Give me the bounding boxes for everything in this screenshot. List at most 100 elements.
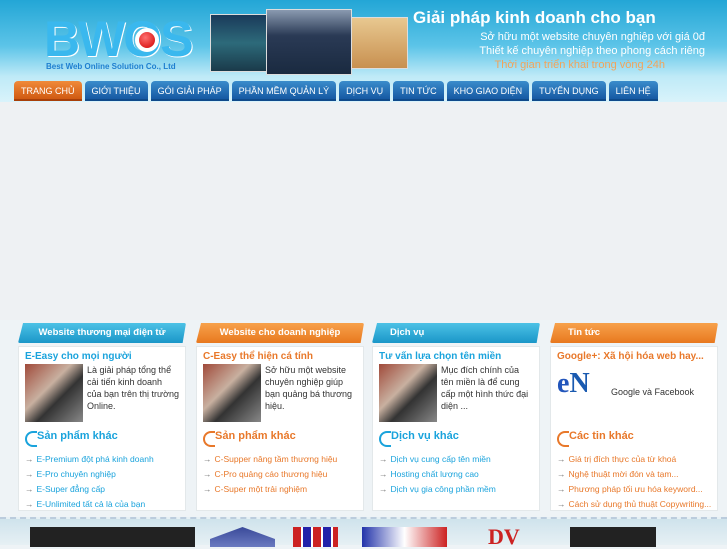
partner-logo[interactable] bbox=[293, 527, 338, 547]
curved-arrow-icon bbox=[557, 431, 569, 447]
arrow-icon: → bbox=[25, 469, 34, 479]
box-subheading-label: Các tin khác bbox=[569, 430, 634, 442]
nav-tuyen-dung[interactable]: TUYỂN DỤNG bbox=[532, 81, 606, 101]
arrow-icon: → bbox=[203, 484, 212, 494]
box-link[interactable]: → Dịch vụ cung cấp tên miền bbox=[379, 452, 533, 467]
box-link-label: E-Super đẳng cấp bbox=[36, 484, 106, 494]
box-title[interactable]: C-Easy thể hiện cá tính bbox=[203, 351, 357, 362]
product-thumbnail[interactable] bbox=[203, 364, 261, 422]
box-body: C-Easy thể hiện cá tính Sở hữu một websi… bbox=[196, 346, 364, 511]
box-link-list: → C-Supper nâng tầm thương hiệu → C-Pro quả… bbox=[203, 452, 357, 497]
box-body: Tư vấn lựa chọn tên miền Mục đích chính … bbox=[372, 346, 540, 511]
box-link-label: Dịch vụ gia công phần mềm bbox=[390, 484, 496, 494]
box-link[interactable]: → E-Super đẳng cấp bbox=[25, 482, 179, 497]
box-link-label: C-Supper nâng tầm thương hiệu bbox=[214, 454, 338, 464]
box-link-list: → Giá trị đích thực của từ khoá → Nghệ thuậ… bbox=[557, 452, 711, 512]
box-title[interactable]: E-Easy cho mọi người bbox=[25, 351, 179, 362]
box-link-label: Giá trị đích thực của từ khoá bbox=[568, 454, 677, 464]
slogan-line: Sở hữu một website chuyên nghiệp với giá… bbox=[480, 31, 705, 43]
nav-lien-he[interactable]: LIÊN HỆ bbox=[608, 81, 658, 101]
box-link-list: → Dịch vụ cung cấp tên miền → Hosting chất … bbox=[379, 452, 533, 497]
nav-goi-giai-phap[interactable]: GÓI GIẢI PHÁP bbox=[150, 81, 229, 101]
logo-subtitle: Best Web Online Solution Co., Ltd bbox=[46, 62, 176, 71]
box-header[interactable]: Website thương mại điện tử bbox=[18, 323, 186, 343]
box-link[interactable]: → E-Premium đột phá kinh doanh bbox=[25, 452, 179, 467]
arrow-icon: → bbox=[203, 454, 212, 464]
nav-trang-chu[interactable]: TRANG CHỦ bbox=[14, 81, 82, 101]
arrow-icon: → bbox=[379, 469, 388, 479]
box-body: E-Easy cho mọi người Là giải pháp tổng t… bbox=[18, 346, 186, 511]
nav-tin-tuc[interactable]: TIN TỨC bbox=[393, 81, 444, 101]
box-subheading-label: Sản phẩm khác bbox=[37, 430, 118, 442]
content-box: Website cho doanh nghiệp C-Easy thể hiện… bbox=[196, 323, 364, 511]
partner-logo[interactable] bbox=[362, 527, 447, 547]
box-link[interactable]: → Hosting chất lượng cao bbox=[379, 467, 533, 482]
box-link-label: C-Super một trải nghiệm bbox=[214, 484, 308, 494]
website-screenshot-3 bbox=[350, 17, 408, 69]
box-link-label: C-Pro quảng cáo thương hiệu bbox=[214, 469, 328, 479]
box-subheading: Các tin khác bbox=[557, 426, 711, 448]
slogan-line: Thiết kế chuyên nghiệp theo phong cách r… bbox=[479, 45, 705, 57]
logo-red-dot-icon bbox=[135, 28, 159, 52]
box-subheading: Dịch vụ khác bbox=[379, 426, 533, 448]
box-title[interactable]: Tư vấn lựa chọn tên miền bbox=[379, 351, 533, 362]
box-link-label: E-Unlimited tất cả là của bạn bbox=[36, 499, 146, 509]
arrow-icon: → bbox=[379, 454, 388, 464]
content-box: Dịch vụ Tư vấn lựa chọn tên miền Mục đíc… bbox=[372, 323, 540, 511]
box-subheading-label: Dịch vụ khác bbox=[391, 430, 459, 442]
box-link-label: Hosting chất lượng cao bbox=[390, 469, 479, 479]
box-link[interactable]: → C-Pro quảng cáo thương hiệu bbox=[203, 467, 357, 482]
box-link[interactable]: → E-Unlimited tất cả là của bạn bbox=[25, 497, 179, 512]
arrow-icon: → bbox=[557, 499, 566, 509]
arrow-icon: → bbox=[557, 484, 566, 494]
arrow-icon: → bbox=[203, 469, 212, 479]
box-header[interactable]: Website cho doanh nghiệp bbox=[196, 323, 364, 343]
slogan: Giải pháp kinh doanh cho bạn Sở hữu một … bbox=[407, 8, 727, 72]
curved-arrow-icon bbox=[203, 431, 215, 447]
box-link-label: E-Pro chuyên nghiệp bbox=[36, 469, 116, 479]
curved-arrow-icon bbox=[379, 431, 391, 447]
box-subheading: Sản phẩm khác bbox=[203, 426, 357, 448]
website-screenshot-2 bbox=[266, 9, 352, 75]
box-header[interactable]: Dịch vụ bbox=[372, 323, 540, 343]
arrow-icon: → bbox=[557, 454, 566, 464]
box-link[interactable]: → Phương pháp tối ưu hóa keyword... bbox=[557, 482, 711, 497]
box-link-label: Dịch vụ cung cấp tên miền bbox=[390, 454, 491, 464]
latest-news-icon[interactable]: eN bbox=[557, 368, 607, 420]
box-link[interactable]: → Giá trị đích thực của từ khoá bbox=[557, 452, 711, 467]
product-thumbnail[interactable] bbox=[379, 364, 437, 422]
box-link[interactable]: → C-Supper nâng tầm thương hiệu bbox=[203, 452, 357, 467]
slogan-line: Thời gian triển khai trong vòng 24h bbox=[494, 59, 665, 71]
partner-logos-strip: DV bbox=[0, 517, 727, 548]
nav-kho-giao-dien[interactable]: KHO GIAO DIỆN bbox=[446, 81, 530, 101]
box-link-label: E-Premium đột phá kinh doanh bbox=[36, 454, 154, 464]
partner-logo[interactable] bbox=[30, 527, 195, 547]
box-link[interactable]: → Nghệ thuật mời đón và tạm... bbox=[557, 467, 711, 482]
box-link[interactable]: → Dịch vụ gia công phần mềm bbox=[379, 482, 533, 497]
box-link-label: Cách sử dụng thủ thuật Copywriting... bbox=[568, 499, 712, 509]
nav-dich-vu[interactable]: DỊCH VỤ bbox=[339, 81, 391, 101]
arrow-icon: → bbox=[25, 484, 34, 494]
partner-logo[interactable] bbox=[210, 527, 275, 547]
partner-logo[interactable] bbox=[570, 527, 656, 547]
box-link[interactable]: → C-Super một trải nghiệm bbox=[203, 482, 357, 497]
arrow-icon: → bbox=[25, 499, 34, 509]
box-link-list: → E-Premium đột phá kinh doanh → E-Pro chuy… bbox=[25, 452, 179, 512]
product-thumbnail[interactable] bbox=[25, 364, 83, 422]
bwos-logo[interactable]: BWOS Best Web Online Solution Co., Ltd bbox=[44, 11, 194, 74]
slogan-title: Giải pháp kinh doanh cho bạn bbox=[413, 8, 656, 27]
box-link[interactable]: → E-Pro chuyên nghiệp bbox=[25, 467, 179, 482]
nav-gioi-thieu[interactable]: GIỚI THIỆU bbox=[84, 81, 148, 101]
arrow-icon: → bbox=[557, 469, 566, 479]
box-subheading: Sản phẩm khác bbox=[25, 426, 179, 448]
content-box: Website thương mại điện tử E-Easy cho mọ… bbox=[18, 323, 186, 511]
nav-phan-mem-quan-ly[interactable]: PHẦN MỀM QUẢN LÝ bbox=[231, 81, 337, 101]
logo-text: BWOS bbox=[44, 11, 194, 67]
box-title[interactable]: Google+: Xã hội hóa web hay... bbox=[557, 351, 711, 362]
website-screenshot-1 bbox=[210, 14, 270, 72]
box-link[interactable]: → Cách sử dụng thủ thuật Copywriting... bbox=[557, 497, 711, 512]
box-subheading-label: Sản phẩm khác bbox=[215, 430, 296, 442]
box-header[interactable]: Tin tức bbox=[550, 323, 718, 343]
partner-logo[interactable]: DV bbox=[488, 526, 523, 548]
arrow-icon: → bbox=[25, 454, 34, 464]
